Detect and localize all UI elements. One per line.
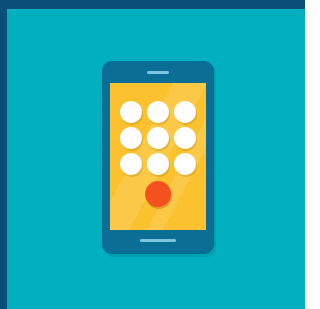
keypad-key-8	[147, 153, 169, 175]
keypad-key-7	[120, 153, 142, 175]
phone-screen	[110, 83, 206, 230]
keypad-key-3	[174, 101, 196, 123]
keypad-key-5	[147, 127, 169, 149]
keypad-key-4	[120, 127, 142, 149]
keypad-key-6	[174, 127, 196, 149]
speaker-slot	[147, 71, 169, 74]
outer-frame	[0, 0, 305, 309]
keypad-key-1	[120, 101, 142, 123]
keypad-key-9	[174, 153, 196, 175]
illustration-canvas	[7, 9, 305, 309]
phone-body	[102, 61, 214, 254]
home-bar	[140, 239, 176, 242]
keypad-key-2	[147, 101, 169, 123]
call-button	[145, 181, 171, 207]
